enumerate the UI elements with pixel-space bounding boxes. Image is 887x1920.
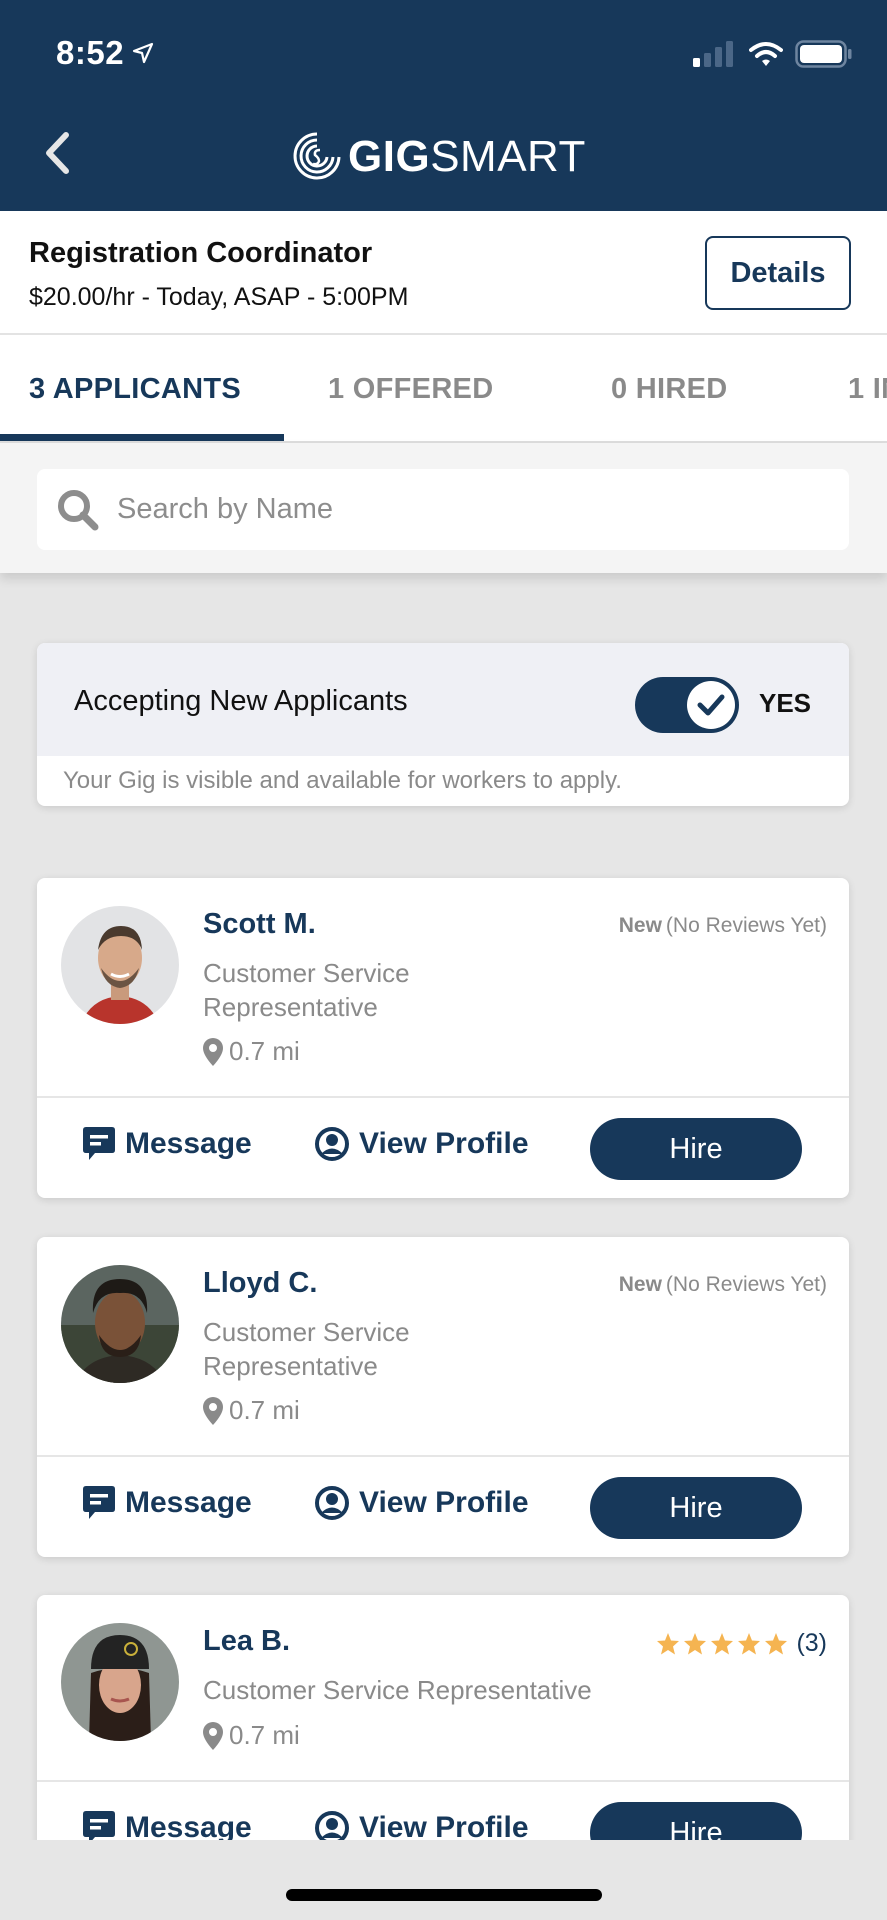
applicant-role: Customer Service Representative <box>203 956 410 1024</box>
avatar-image <box>61 906 179 1024</box>
view-profile-label: View Profile <box>359 1486 529 1519</box>
avatar-image <box>61 1265 179 1383</box>
applicant-role: Customer Service Representative <box>203 1675 592 1705</box>
gig-title: Registration Coordinator <box>29 237 373 269</box>
battery-icon <box>795 40 852 68</box>
search-box[interactable] <box>37 469 849 550</box>
logo-text-bold: GIG <box>348 132 431 181</box>
message-button[interactable]: Message <box>83 1486 252 1520</box>
rating-status: New (No Reviews Yet) <box>619 1273 827 1297</box>
user-circle-icon <box>315 1127 349 1161</box>
star-icon <box>657 1632 680 1654</box>
chevron-left-icon <box>46 132 69 174</box>
map-pin-icon <box>203 1396 223 1425</box>
hire-button[interactable]: Hire <box>590 1477 802 1539</box>
logo-text: GIGSMART <box>348 132 586 182</box>
applicant-role: Customer Service Representative <box>203 1315 410 1383</box>
applicant-distance: 0.7 mi <box>203 1720 300 1751</box>
message-icon <box>83 1486 115 1519</box>
map-pin-icon <box>203 1721 223 1750</box>
star-icon <box>684 1632 707 1654</box>
message-icon <box>83 1127 115 1160</box>
applicant-name[interactable]: Lea B. <box>203 1625 290 1658</box>
message-label: Message <box>125 1127 252 1160</box>
distance-value: 0.7 mi <box>229 1720 300 1750</box>
map-pin-icon <box>203 1037 223 1066</box>
view-profile-button[interactable]: View Profile <box>315 1486 529 1520</box>
rating-count: (3) <box>796 1629 827 1657</box>
status-icons <box>693 40 853 68</box>
card-divider <box>37 1455 849 1457</box>
avatar[interactable] <box>61 906 179 1024</box>
applicant-card: Lloyd C. New (No Reviews Yet) Customer S… <box>37 1237 849 1557</box>
avatar-image <box>61 1623 179 1741</box>
status-time: 8:52 <box>56 34 154 72</box>
view-profile-label: View Profile <box>359 1127 529 1160</box>
applicant-distance: 0.7 mi <box>203 1036 300 1067</box>
hire-button[interactable]: Hire <box>590 1118 802 1180</box>
view-profile-button[interactable]: View Profile <box>315 1127 529 1161</box>
tab-hired[interactable]: 0 HIRED <box>611 373 728 406</box>
star-icon <box>765 1632 788 1654</box>
role-line-1: Customer Service <box>203 958 410 988</box>
card-divider <box>37 1780 849 1782</box>
accepting-applicants-toggle[interactable] <box>635 677 739 733</box>
role-line-2: Representative <box>203 1351 378 1381</box>
accepting-applicants-row: Accepting New Applicants YES <box>37 643 849 756</box>
applicant-distance: 0.7 mi <box>203 1395 300 1426</box>
star-icon <box>711 1632 734 1654</box>
logo-text-light: SMART <box>430 132 586 181</box>
home-indicator[interactable] <box>286 1889 602 1901</box>
gigsmart-logo-icon <box>293 132 341 180</box>
details-button[interactable]: Details <box>705 236 851 310</box>
avatar[interactable] <box>61 1623 179 1741</box>
wifi-icon <box>749 42 783 66</box>
accepting-applicants-note: Your Gig is visible and available for wo… <box>63 767 622 794</box>
active-tab-indicator <box>0 434 284 441</box>
accepting-applicants-card: Accepting New Applicants YES Your Gig is… <box>37 643 849 806</box>
gig-subtitle: $20.00/hr - Today, ASAP - 5:00PM <box>29 283 409 311</box>
rating-status: New (No Reviews Yet) <box>619 914 827 938</box>
toggle-state-label: YES <box>759 688 812 718</box>
star-rating <box>656 1632 788 1656</box>
rating-stars: (3) <box>656 1629 827 1658</box>
accepting-applicants-label: Accepting New Applicants <box>74 685 408 717</box>
checkmark-icon <box>697 694 725 716</box>
gigsmart-logo: GIGSMART <box>292 130 586 184</box>
search-input[interactable] <box>117 493 817 526</box>
rating-text: (No Reviews Yet) <box>665 1273 827 1296</box>
app-header: 8:52 GIGSMART <box>0 0 887 211</box>
tab-offered[interactable]: 1 OFFERED <box>328 373 493 406</box>
search-bar-area <box>0 443 887 573</box>
distance-value: 0.7 mi <box>229 1395 300 1425</box>
back-button[interactable] <box>42 132 72 174</box>
distance-value: 0.7 mi <box>229 1036 300 1066</box>
star-icon <box>738 1632 761 1654</box>
tab-applicants[interactable]: 3 APPLICANTS <box>29 373 241 406</box>
clock: 8:52 <box>56 34 125 71</box>
role-line-2: Representative <box>203 992 378 1022</box>
message-label: Message <box>125 1486 252 1519</box>
search-icon <box>58 489 99 530</box>
card-divider <box>37 1096 849 1098</box>
rating-badge: New <box>618 914 662 937</box>
applicant-name[interactable]: Scott M. <box>203 908 316 941</box>
rating-text: (No Reviews Yet) <box>665 914 827 937</box>
tab-in-progress[interactable]: 1 IN <box>848 373 887 406</box>
message-button[interactable]: Message <box>83 1127 252 1161</box>
applicant-card: Scott M. New (No Reviews Yet) Customer S… <box>37 878 849 1198</box>
toggle-knob <box>687 681 735 729</box>
applicant-tabs: 3 APPLICANTS 1 OFFERED 0 HIRED 1 IN <box>0 335 887 443</box>
applicant-name[interactable]: Lloyd C. <box>203 1267 317 1300</box>
gig-summary: Registration Coordinator $20.00/hr - Tod… <box>0 211 887 335</box>
avatar[interactable] <box>61 1265 179 1383</box>
cellular-signal-icon <box>693 41 733 67</box>
location-arrow-icon <box>132 42 154 64</box>
bottom-safe-area <box>0 1840 887 1920</box>
rating-badge: New <box>618 1273 662 1296</box>
role-line-1: Customer Service <box>203 1317 410 1347</box>
user-circle-icon <box>315 1486 349 1520</box>
